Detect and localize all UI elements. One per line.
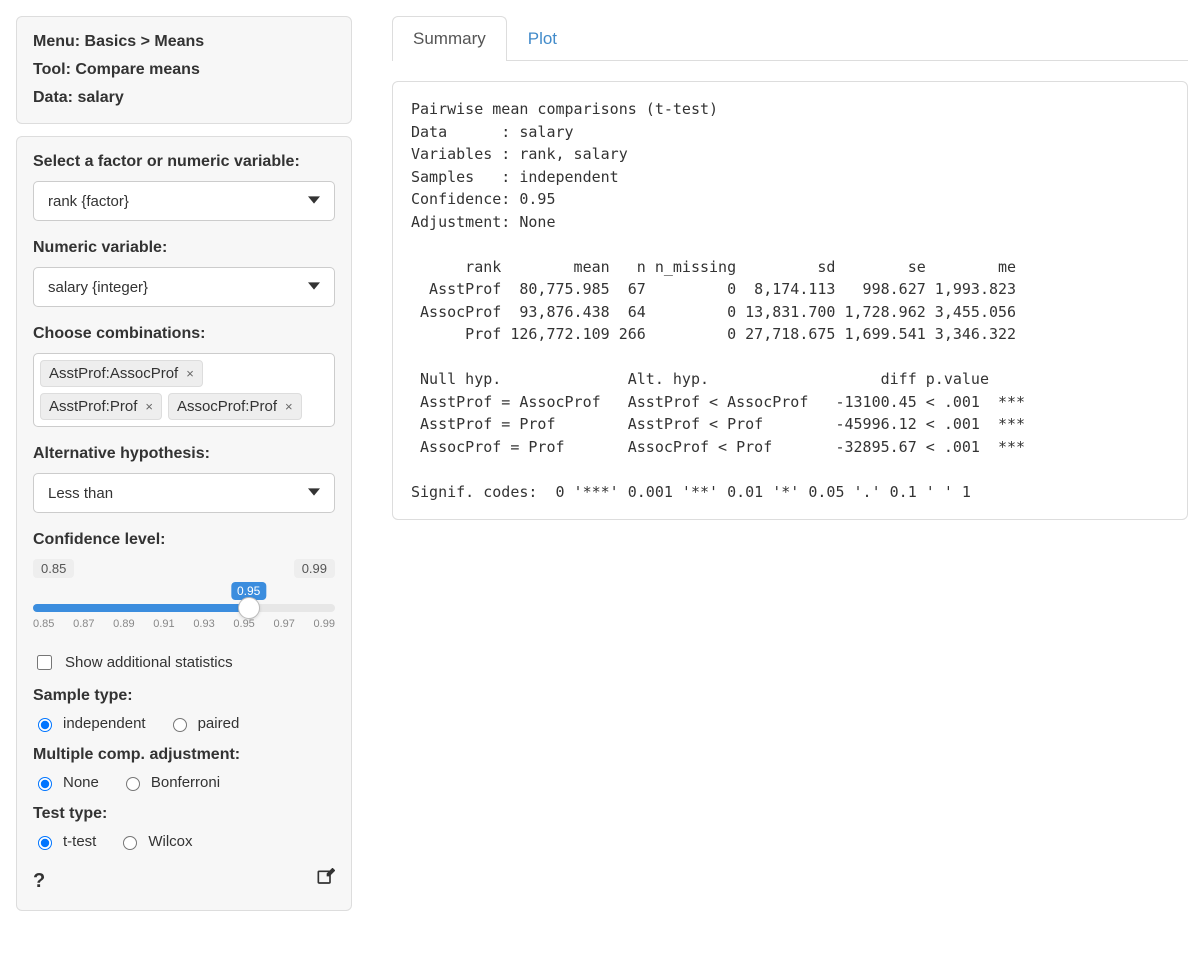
sample-type-label: Sample type: [33, 687, 335, 705]
sidebar: Menu: Basics > Means Tool: Compare means… [16, 16, 352, 923]
tab-bar: Summary Plot [392, 16, 1188, 61]
combination-chip[interactable]: AsstProf:Prof × [40, 393, 162, 420]
radio-input[interactable] [173, 718, 187, 732]
combination-chip[interactable]: AsstProf:AssocProf × [40, 360, 203, 387]
sample-type-independent[interactable]: independent [33, 715, 146, 732]
help-icon[interactable]: ? [33, 870, 45, 893]
confidence-slider[interactable]: 0.95 0.85 0.87 0.89 0.91 0.93 0.95 0.97 … [33, 604, 335, 630]
show-extra-checkbox[interactable] [37, 655, 52, 670]
test-type-group: t-test Wilcox [33, 833, 335, 850]
mcomp-none[interactable]: None [33, 774, 99, 791]
radio-input[interactable] [38, 718, 52, 732]
radio-input[interactable] [38, 836, 52, 850]
numvar-label: Numeric variable: [33, 239, 335, 257]
test-type-ttest[interactable]: t-test [33, 833, 96, 850]
combinations-input[interactable]: AsstProf:AssocProf × AsstProf:Prof × Ass… [33, 353, 335, 427]
tool-name: Tool: Compare means [33, 61, 335, 79]
althyp-select[interactable]: Less than [33, 473, 335, 513]
panel-footer: ? [33, 868, 335, 894]
althyp-select-value: Less than [48, 485, 113, 502]
test-type-wilcox[interactable]: Wilcox [118, 833, 192, 850]
header-panel: Menu: Basics > Means Tool: Compare means… [16, 16, 352, 124]
sample-type-group: independent paired [33, 715, 335, 732]
chevron-down-icon [308, 279, 320, 296]
main-area: Summary Plot Pairwise mean comparisons (… [392, 16, 1188, 520]
combination-chip[interactable]: AssocProf:Prof × [168, 393, 302, 420]
confidence-min: 0.85 [33, 559, 74, 578]
factor-select[interactable]: rank {factor} [33, 181, 335, 221]
numvar-select[interactable]: salary {integer} [33, 267, 335, 307]
mcomp-bonferroni[interactable]: Bonferroni [121, 774, 220, 791]
controls-panel: Select a factor or numeric variable: ran… [16, 136, 352, 911]
radio-input[interactable] [123, 836, 137, 850]
chevron-down-icon [308, 485, 320, 502]
show-extra-label: Show additional statistics [65, 654, 233, 671]
output-text: Pairwise mean comparisons (t-test) Data … [392, 81, 1188, 520]
sample-type-paired[interactable]: paired [168, 715, 240, 732]
menu-breadcrumb: Menu: Basics > Means [33, 33, 335, 51]
tab-plot[interactable]: Plot [507, 16, 578, 61]
confidence-bounds: 0.85 0.99 [33, 559, 335, 578]
mcomp-label: Multiple comp. adjustment: [33, 746, 335, 764]
slider-tick-labels: 0.85 0.87 0.89 0.91 0.93 0.95 0.97 0.99 [33, 618, 335, 630]
close-icon[interactable]: × [285, 399, 293, 414]
radio-input[interactable] [38, 777, 52, 791]
combinations-label: Choose combinations: [33, 325, 335, 343]
chevron-down-icon [308, 193, 320, 210]
factor-select-value: rank {factor} [48, 193, 129, 210]
slider-fill [33, 604, 249, 612]
althyp-label: Alternative hypothesis: [33, 445, 335, 463]
confidence-max: 0.99 [294, 559, 335, 578]
confidence-label: Confidence level: [33, 531, 335, 549]
factor-label: Select a factor or numeric variable: [33, 153, 335, 171]
tab-summary[interactable]: Summary [392, 16, 507, 61]
chip-label: AsstProf:AssocProf [49, 365, 178, 382]
numvar-select-value: salary {integer} [48, 279, 148, 296]
slider-track [33, 604, 335, 612]
show-extra-row[interactable]: Show additional statistics [33, 652, 335, 673]
chip-label: AsstProf:Prof [49, 398, 137, 415]
close-icon[interactable]: × [186, 366, 194, 381]
test-type-label: Test type: [33, 805, 335, 823]
close-icon[interactable]: × [145, 399, 153, 414]
slider-thumb[interactable] [238, 597, 260, 619]
chip-label: AssocProf:Prof [177, 398, 277, 415]
edit-icon[interactable] [315, 868, 335, 894]
data-name-line: Data: salary [33, 89, 335, 107]
mcomp-group: None Bonferroni [33, 774, 335, 791]
radio-input[interactable] [126, 777, 140, 791]
